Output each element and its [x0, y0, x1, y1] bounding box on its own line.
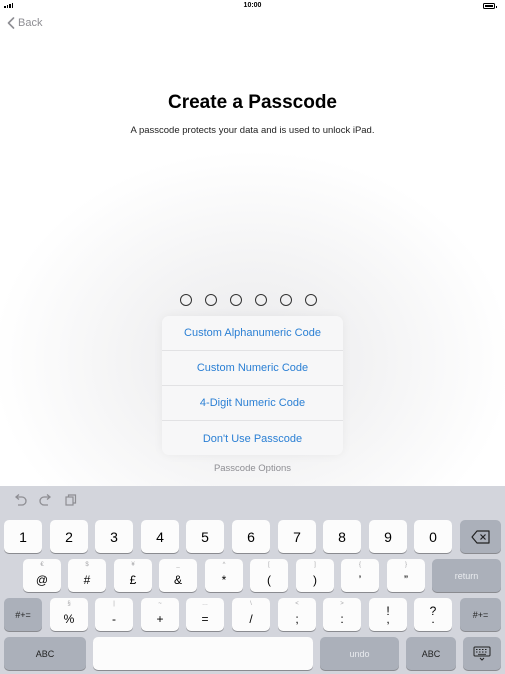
undo-icon[interactable] — [13, 494, 27, 506]
key-8[interactable]: 8 — [323, 520, 361, 553]
page-title: Create a Passcode — [168, 92, 337, 113]
passcode-dot — [280, 294, 292, 306]
passcode-options-button[interactable]: Passcode Options — [0, 463, 505, 474]
key-percent[interactable]: §% — [50, 598, 88, 631]
return-key[interactable]: return — [432, 559, 501, 592]
key-5[interactable]: 5 — [186, 520, 224, 553]
passcode-dot — [305, 294, 317, 306]
key-minus[interactable]: | - — [95, 598, 133, 631]
status-time: 10:00 — [243, 2, 262, 9]
key-exclamation[interactable]: !, — [369, 598, 407, 631]
keyboard-toolbar — [13, 494, 77, 506]
key-double-quote[interactable]: }” — [387, 559, 425, 592]
option-custom-alphanumeric[interactable]: Custom Alphanumeric Code — [162, 316, 343, 351]
passcode-dot — [180, 294, 192, 306]
option-custom-numeric[interactable]: Custom Numeric Code — [162, 351, 343, 386]
back-label: Back — [18, 17, 43, 29]
key-plus[interactable]: ~ + — [141, 598, 179, 631]
passcode-dots — [180, 294, 317, 306]
key-slash[interactable]: \ / — [232, 598, 270, 631]
key-7[interactable]: 7 — [278, 520, 316, 553]
key-3[interactable]: 3 — [95, 520, 133, 553]
key-2[interactable]: 2 — [50, 520, 88, 553]
key-9[interactable]: 9 — [369, 520, 407, 553]
keyboard: 1 2 3 4 5 6 7 8 9 0 € @ $ # ¥ £ _ & ^ * [( ])… — [0, 486, 505, 674]
option-4-digit-numeric[interactable]: 4-Digit Numeric Code — [162, 386, 343, 421]
status-bar: 10:00 — [0, 0, 505, 12]
symbols-key-left[interactable]: #+= — [4, 598, 42, 631]
back-button[interactable]: Back — [7, 17, 42, 29]
delete-key[interactable] — [460, 520, 501, 553]
passcode-dot — [255, 294, 267, 306]
passcode-options-menu: Custom Alphanumeric Code Custom Numeric … — [162, 316, 343, 455]
key-semicolon[interactable]: <; — [278, 598, 316, 631]
key-equals[interactable]: … = — [186, 598, 224, 631]
passcode-dot — [230, 294, 242, 306]
hide-keyboard-key[interactable] — [463, 637, 501, 670]
key-0[interactable]: 0 — [414, 520, 452, 553]
undo-key[interactable]: undo — [320, 637, 399, 670]
backspace-icon — [470, 529, 490, 544]
symbols-key-right[interactable]: #+= — [460, 598, 501, 631]
key-open-paren[interactable]: [( — [250, 559, 288, 592]
key-asterisk[interactable]: ^ * — [205, 559, 243, 592]
key-hash[interactable]: $ # — [68, 559, 106, 592]
option-dont-use-passcode[interactable]: Don't Use Passcode — [162, 421, 343, 455]
battery-icon — [483, 3, 497, 9]
key-at[interactable]: € @ — [23, 559, 61, 592]
key-close-paren[interactable]: ]) — [296, 559, 334, 592]
key-4[interactable]: 4 — [141, 520, 179, 553]
key-1[interactable]: 1 — [4, 520, 42, 553]
abc-key-left[interactable]: ABC — [4, 637, 86, 670]
keyboard-hide-icon — [473, 646, 491, 661]
page-subtitle: A passcode protects your data and is use… — [130, 125, 375, 136]
key-single-quote[interactable]: {’ — [341, 559, 379, 592]
chevron-left-icon — [7, 17, 15, 29]
key-question[interactable]: ?. — [414, 598, 452, 631]
space-key[interactable] — [93, 637, 313, 670]
key-pound[interactable]: ¥ £ — [114, 559, 152, 592]
passcode-dot — [205, 294, 217, 306]
abc-key-right[interactable]: ABC — [406, 637, 456, 670]
key-ampersand[interactable]: _ & — [159, 559, 197, 592]
key-colon[interactable]: >: — [323, 598, 361, 631]
key-6[interactable]: 6 — [232, 520, 270, 553]
redo-icon[interactable] — [39, 494, 53, 506]
paste-icon[interactable] — [65, 494, 77, 506]
